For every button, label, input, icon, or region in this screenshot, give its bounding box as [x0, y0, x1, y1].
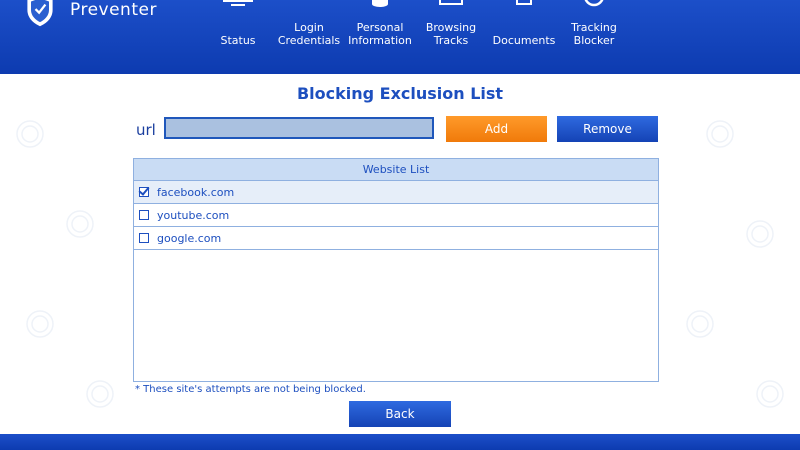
checkbox-unchecked[interactable] — [139, 210, 149, 220]
nav-status[interactable]: Status — [198, 0, 278, 74]
target-icon — [584, 0, 604, 7]
nav-login-credentials[interactable]: Login Credentials — [269, 0, 349, 74]
back-button[interactable]: Back — [349, 401, 451, 427]
nav-personal-information-label: Personal Information — [348, 21, 412, 47]
nav-documents[interactable]: Documents — [484, 0, 564, 74]
list-item-youtube[interactable]: youtube.com — [134, 204, 658, 227]
nav-personal-information[interactable]: Personal Information — [340, 0, 420, 74]
nav-login-credentials-label: Login Credentials — [277, 21, 341, 47]
checkbox-checked[interactable] — [139, 187, 149, 197]
nav-status-label: Status — [220, 34, 256, 47]
footer-bar — [0, 434, 800, 450]
brand: Preventer — [22, 0, 156, 30]
nav-documents-label: Documents — [492, 34, 556, 47]
main-panel: Blocking Exclusion List url Add Remove W… — [0, 74, 800, 434]
shield-logo-icon — [27, 0, 53, 27]
remove-button[interactable]: Remove — [557, 116, 658, 142]
nav-browsing-tracks[interactable]: Browsing Tracks — [411, 0, 491, 74]
nav-tracking-blocker-label: Tracking Blocker — [571, 21, 617, 47]
url-input[interactable] — [164, 117, 434, 139]
site-name: youtube.com — [157, 208, 230, 222]
site-name: facebook.com — [157, 185, 235, 199]
list-item-facebook[interactable]: facebook.com — [134, 181, 658, 204]
document-icon — [516, 0, 532, 5]
database-icon — [372, 0, 388, 7]
top-navigation-bar: Preventer Status Login Credentials Person… — [0, 0, 800, 74]
website-list-header: Website List — [134, 159, 658, 181]
list-item-google[interactable]: google.com — [134, 227, 658, 250]
nav-browsing-tracks-label: Browsing Tracks — [425, 21, 477, 47]
page-title: Blocking Exclusion List — [296, 84, 504, 103]
footnote: * These site's attempts are not being bl… — [135, 384, 366, 395]
url-label: url — [136, 121, 156, 139]
add-button[interactable]: Add — [446, 116, 547, 142]
website-list: Website List facebook.com youtube.com go… — [133, 158, 659, 382]
app-name: Preventer — [70, 0, 157, 20]
nav-tracking-blocker[interactable]: Tracking Blocker — [554, 0, 634, 74]
browser-window-icon — [439, 0, 463, 5]
monitor-icon — [223, 0, 253, 6]
site-name: google.com — [157, 231, 222, 245]
checkbox-unchecked[interactable] — [139, 233, 149, 243]
